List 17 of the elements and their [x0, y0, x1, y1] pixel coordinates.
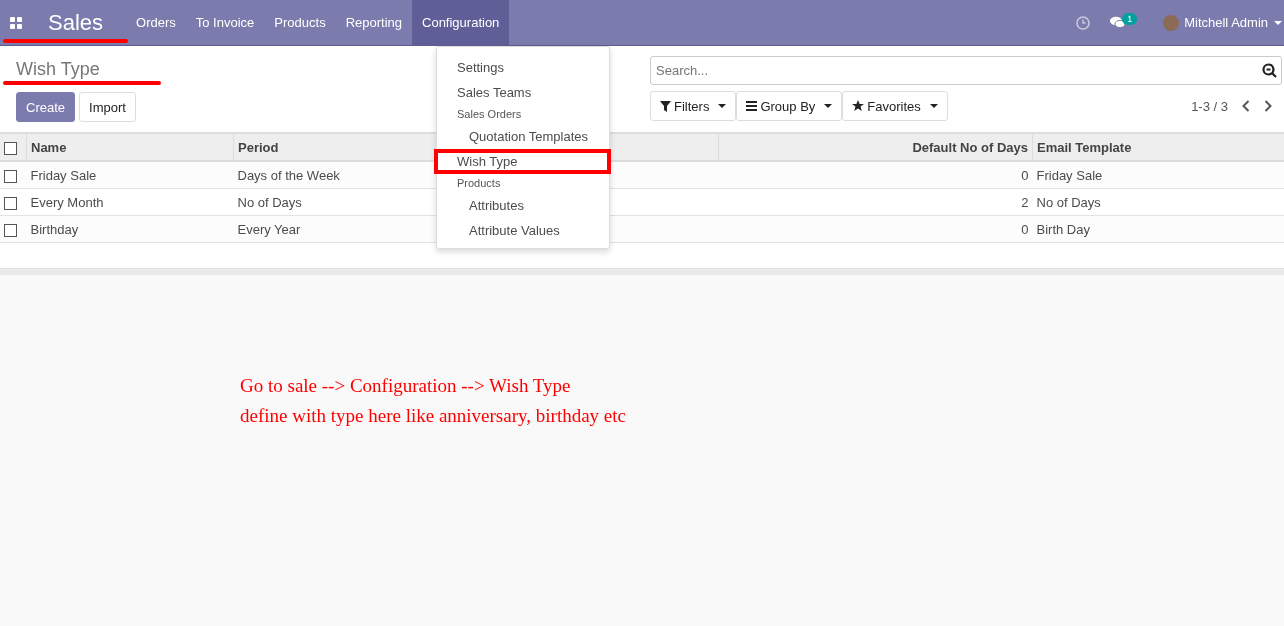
table-cell: 2 — [718, 188, 1033, 216]
menu-section-header: Sales Orders — [456, 107, 523, 122]
pager-value: 1-3 / 3 — [1191, 98, 1228, 114]
table-cell: No of Days — [1032, 188, 1284, 216]
menu-section-header: Products — [456, 176, 502, 191]
page-title: Wish Type — [16, 59, 100, 79]
table-cell: Friday Sale — [1032, 161, 1284, 189]
table-cell: Every Month — [26, 188, 234, 216]
message-count-badge: 1 — [1122, 12, 1138, 25]
app-name: Sales — [48, 9, 104, 36]
annotation-text: define with type here like anniversary, birthday etc — [240, 404, 627, 428]
table-cell: Birth Day — [1032, 215, 1284, 243]
table-cell: 0 — [718, 161, 1033, 189]
table-cell: 0 — [718, 215, 1033, 243]
table-cell: Birthday — [26, 215, 234, 243]
table-cell: Friday Sale — [26, 161, 234, 189]
annotation-text: Go to sale --> Configuration --> Wish Type — [240, 374, 572, 398]
